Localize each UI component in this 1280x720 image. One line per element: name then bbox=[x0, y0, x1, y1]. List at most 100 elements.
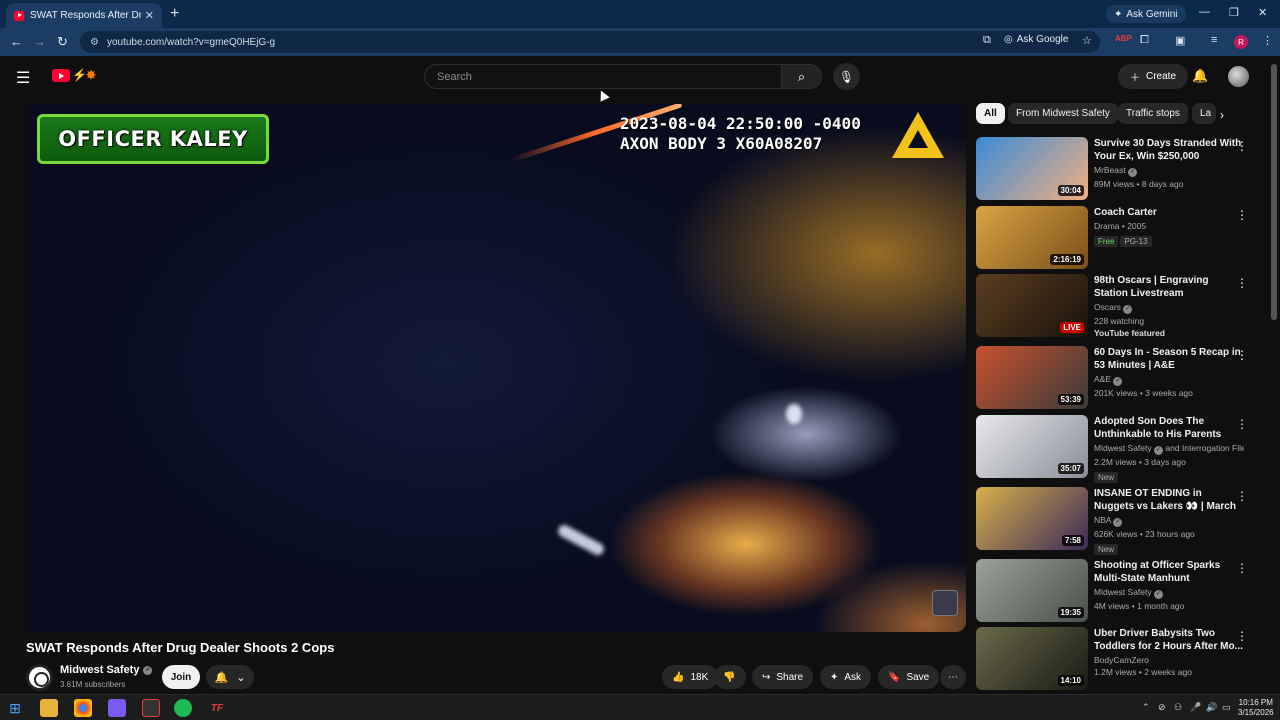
restore-icon[interactable]: ❐ bbox=[1229, 6, 1239, 19]
forward-icon[interactable]: → bbox=[33, 34, 46, 49]
youtube-doodle-icon[interactable]: ⚡✸ bbox=[72, 68, 96, 82]
recommendation-channel[interactable]: Oscars ✓ bbox=[1094, 302, 1244, 314]
recommendation-channel[interactable]: NBA ✓ bbox=[1094, 515, 1244, 527]
tray-icon[interactable]: ⌃ bbox=[1142, 702, 1150, 713]
address-bar[interactable]: ⚙ youtube.com/watch?v=gmeQ0HEjG-g bbox=[80, 31, 1100, 53]
app-icon[interactable] bbox=[108, 699, 126, 717]
video-thumbnail[interactable]: 35:07 bbox=[976, 415, 1088, 478]
tray-icon[interactable]: ⊘ bbox=[1158, 702, 1166, 713]
chrome-menu-icon[interactable]: ⋮ bbox=[1262, 34, 1273, 47]
voice-search-button[interactable]: 🎙 bbox=[833, 63, 860, 90]
recommendation-item[interactable]: LIVE 98th Oscars | Engraving Station Liv… bbox=[976, 274, 1260, 338]
taskbar-clock[interactable]: 10:16 PM 3/15/2026 bbox=[1238, 698, 1274, 718]
recommendation-channel[interactable]: Midwest Safety ✓ bbox=[1094, 587, 1244, 599]
recommendation-title[interactable]: 60 Days In - Season 5 Recap in 53 Minute… bbox=[1094, 346, 1244, 372]
video-thumbnail[interactable]: 53:39 bbox=[976, 346, 1088, 409]
recommendation-item[interactable]: 19:35 Shooting at Officer Sparks Multi-S… bbox=[976, 559, 1260, 623]
recommendation-item[interactable]: 30:04 Survive 30 Days Stranded With Your… bbox=[976, 137, 1260, 201]
more-vertical-icon[interactable]: ⋮ bbox=[1236, 629, 1248, 643]
youtube-logo-icon[interactable] bbox=[52, 69, 70, 82]
share-button[interactable]: ↪ Share bbox=[752, 665, 814, 689]
recommendation-title[interactable]: Uber Driver Babysits Two Toddlers for 2 … bbox=[1094, 627, 1244, 653]
tray-icon[interactable]: ⚇ bbox=[1174, 702, 1182, 713]
new-tab-button[interactable]: + bbox=[170, 5, 179, 23]
chip-all[interactable]: All bbox=[976, 103, 1005, 124]
channel-name[interactable]: Midwest Safety ✓ bbox=[60, 664, 153, 676]
recommendation-item[interactable]: 53:39 60 Days In - Season 5 Recap in 53 … bbox=[976, 346, 1260, 410]
reload-icon[interactable]: ↻ bbox=[57, 34, 68, 50]
network-icon[interactable]: ▭ bbox=[1222, 702, 1231, 713]
search-box[interactable] bbox=[424, 64, 782, 89]
more-vertical-icon[interactable]: ⋮ bbox=[1236, 417, 1248, 431]
recommendation-title[interactable]: INSANE OT ENDING in Nuggets vs Lakers 👀 … bbox=[1094, 487, 1244, 513]
save-button[interactable]: 🔖 Save bbox=[878, 665, 940, 689]
subscription-bell-button[interactable]: 🔔 ⌄ bbox=[206, 665, 254, 689]
search-button[interactable]: ⌕ bbox=[782, 64, 822, 89]
close-tab-icon[interactable]: ✕ bbox=[145, 9, 154, 22]
recommendation-title[interactable]: Adopted Son Does The Unthinkable to His … bbox=[1094, 415, 1244, 441]
media-controls-icon[interactable]: ≡ bbox=[1211, 34, 1217, 46]
ask-button[interactable]: ✦ Ask bbox=[820, 665, 872, 689]
ask-gemini-button[interactable]: ✦ Ask Gemini bbox=[1106, 5, 1186, 23]
video-thumbnail[interactable]: 2:16:19 bbox=[976, 206, 1088, 269]
more-vertical-icon[interactable]: ⋮ bbox=[1236, 348, 1248, 362]
recommendation-item[interactable]: 7:58 INSANE OT ENDING in Nuggets vs Lake… bbox=[976, 487, 1260, 555]
video-thumbnail[interactable]: 19:35 bbox=[976, 559, 1088, 622]
more-vertical-icon[interactable]: ⋮ bbox=[1236, 489, 1248, 503]
minimize-icon[interactable]: — bbox=[1199, 6, 1210, 18]
ask-google-button[interactable]: ◎ Ask Google bbox=[1004, 34, 1068, 45]
join-button[interactable]: Join bbox=[162, 665, 200, 689]
windows-start-icon[interactable]: ⊞ bbox=[6, 699, 24, 717]
profile-avatar[interactable]: R bbox=[1234, 35, 1248, 49]
chrome-icon[interactable] bbox=[74, 699, 92, 717]
account-avatar[interactable] bbox=[1228, 66, 1249, 87]
browser-tab[interactable]: SWAT Responds After Drug Deal ✕ bbox=[6, 3, 162, 28]
adblock-extension-icon[interactable]: ABP bbox=[1115, 34, 1132, 43]
recommendation-title[interactable]: 98th Oscars | Engraving Station Livestre… bbox=[1094, 274, 1244, 300]
video-thumbnail[interactable]: LIVE bbox=[976, 274, 1088, 337]
recommendation-item[interactable]: 14:10 Uber Driver Babysits Two Toddlers … bbox=[976, 627, 1260, 691]
volume-icon[interactable]: 🔊 bbox=[1206, 702, 1217, 713]
create-button[interactable]: ＋ Create bbox=[1118, 64, 1189, 89]
recommendation-title[interactable]: Coach Carter bbox=[1094, 206, 1244, 219]
recommendation-channel[interactable]: A&E ✓ bbox=[1094, 374, 1244, 386]
video-player[interactable]: OFFICER KALEY 2023-08-04 22:50:00 -0400 … bbox=[26, 104, 966, 632]
chip-traffic-stops[interactable]: Traffic stops bbox=[1118, 103, 1188, 124]
page-scrollbar[interactable] bbox=[1271, 64, 1277, 320]
chip-truncated[interactable]: La bbox=[1192, 103, 1216, 124]
app-icon[interactable] bbox=[142, 699, 160, 717]
recommendation-channel[interactable]: Midwest Safety ✓ and Interrogation File.… bbox=[1094, 443, 1244, 455]
recommendation-title[interactable]: Shooting at Officer Sparks Multi-State M… bbox=[1094, 559, 1244, 585]
site-info-icon[interactable]: ⚙ bbox=[90, 37, 99, 48]
chevron-right-icon[interactable]: › bbox=[1220, 108, 1224, 122]
app-icon[interactable]: TF bbox=[208, 699, 226, 717]
spotify-icon[interactable] bbox=[174, 699, 192, 717]
window-close-icon[interactable]: ✕ bbox=[1258, 6, 1267, 19]
channel-watermark-icon[interactable] bbox=[932, 590, 958, 616]
recommendation-item[interactable]: 35:07 Adopted Son Does The Unthinkable t… bbox=[976, 415, 1260, 483]
video-thumbnail[interactable]: 7:58 bbox=[976, 487, 1088, 550]
video-thumbnail[interactable]: 14:10 bbox=[976, 627, 1088, 690]
menu-hamburger-icon[interactable]: ☰ bbox=[16, 68, 30, 88]
search-input[interactable] bbox=[437, 70, 781, 83]
video-thumbnail[interactable]: 30:04 bbox=[976, 137, 1088, 200]
recommendation-item[interactable]: 2:16:19 Coach Carter Drama • 2005 Free PG… bbox=[976, 206, 1260, 270]
extensions-icon[interactable]: ⧠ bbox=[1140, 34, 1149, 47]
microphone-icon[interactable]: 🎤 bbox=[1190, 702, 1201, 713]
bookmark-star-icon[interactable]: ☆ bbox=[1082, 34, 1092, 47]
channel-avatar[interactable] bbox=[26, 664, 53, 691]
more-vertical-icon[interactable]: ⋮ bbox=[1236, 561, 1248, 575]
more-vertical-icon[interactable]: ⋮ bbox=[1236, 276, 1248, 290]
side-panel-icon[interactable]: ▣ bbox=[1175, 34, 1185, 47]
dislike-button[interactable]: 👎 bbox=[714, 665, 746, 689]
more-vertical-icon[interactable]: ⋮ bbox=[1236, 208, 1248, 222]
back-icon[interactable]: ← bbox=[10, 34, 23, 49]
notifications-bell-icon[interactable]: 🔔 bbox=[1192, 68, 1208, 84]
install-app-icon[interactable]: ⧉ bbox=[983, 34, 991, 47]
more-vertical-icon[interactable]: ⋮ bbox=[1236, 139, 1248, 153]
recommendation-channel[interactable]: BodyCamZero bbox=[1094, 655, 1244, 665]
chip-from-channel[interactable]: From Midwest Safety bbox=[1008, 103, 1118, 124]
more-actions-button[interactable]: ⋯ bbox=[940, 665, 966, 689]
like-button[interactable]: 👍 18K bbox=[662, 665, 719, 689]
file-explorer-icon[interactable] bbox=[40, 699, 58, 717]
